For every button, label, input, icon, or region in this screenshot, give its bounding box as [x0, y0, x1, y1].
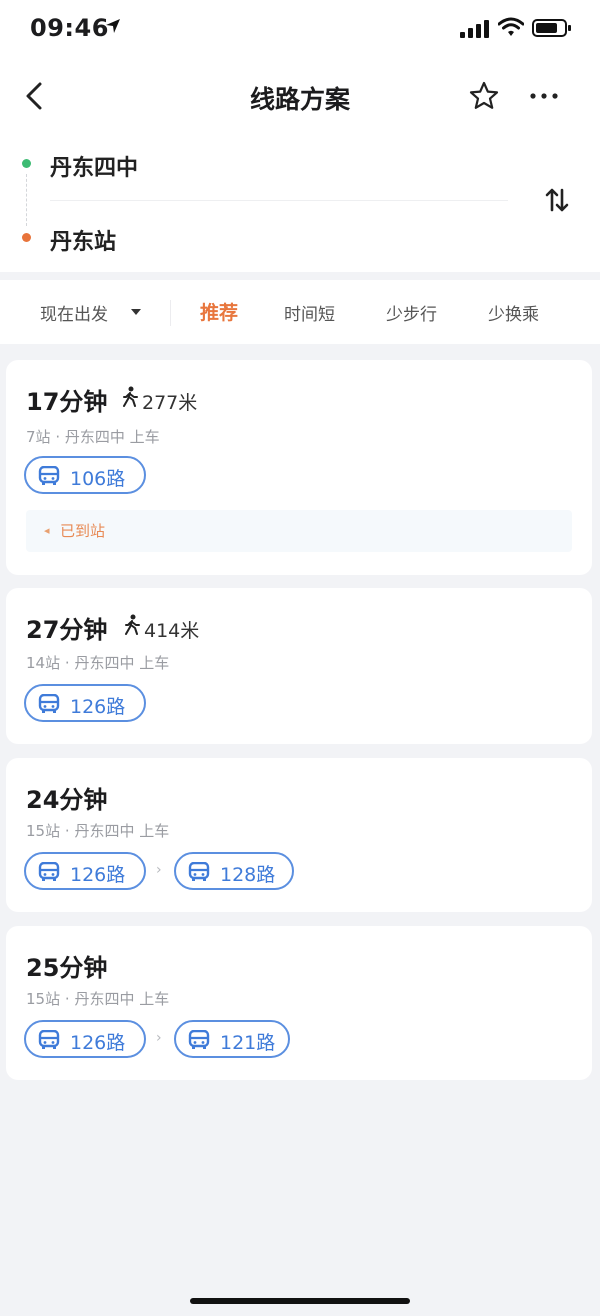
bus-line-label: 128路	[220, 864, 276, 886]
route-duration: 25分钟	[26, 954, 108, 982]
filter-bar: 现在出发 推荐 时间短 少步行 少换乘	[0, 280, 600, 344]
filter-shortest-time[interactable]: 时间短	[284, 300, 335, 325]
route-connector	[26, 174, 27, 226]
status-bar: 09:46	[0, 0, 600, 58]
signal-icon	[460, 20, 489, 38]
battery-icon	[532, 19, 571, 37]
end-location[interactable]: 丹东站	[50, 224, 116, 256]
start-location[interactable]: 丹东四中	[50, 150, 138, 182]
bus-icon	[188, 1030, 210, 1049]
status-time: 09:46	[30, 14, 109, 42]
filter-separator	[170, 300, 171, 326]
route-card[interactable]: 24分钟 15站 · 丹东四中 上车 126路 › 128路	[6, 758, 592, 912]
arrival-status: 已到站	[60, 522, 106, 540]
bus-line-label: 121路	[220, 1032, 276, 1054]
divider	[50, 200, 508, 201]
bus-line-chip[interactable]: 106路	[24, 456, 146, 494]
filter-recommended[interactable]: 推荐	[200, 298, 238, 325]
arrival-signal-icon: ◂	[44, 524, 50, 537]
route-card[interactable]: 17分钟 277米 7站 · 丹东四中 上车 106路 ◂ 已到站	[6, 360, 592, 575]
depart-time-select[interactable]: 现在出发	[40, 300, 108, 325]
arrival-status-box: ◂ 已到站	[26, 510, 572, 552]
bus-icon	[38, 466, 60, 485]
walk-distance: 277米	[142, 392, 198, 414]
bus-line-chip[interactable]: 126路	[24, 852, 146, 890]
bus-line-label: 126路	[70, 864, 126, 886]
filter-less-walking[interactable]: 少步行	[386, 300, 437, 325]
walk-icon	[123, 386, 138, 407]
bus-line-chip[interactable]: 128路	[174, 852, 294, 890]
route-card[interactable]: 27分钟 414米 14站 · 丹东四中 上车 126路	[6, 588, 592, 744]
route-stops-info: 15站 · 丹东四中 上车	[26, 822, 170, 840]
bus-line-chip[interactable]: 121路	[174, 1020, 290, 1058]
route-stops-info: 7站 · 丹东四中 上车	[26, 428, 160, 446]
swap-direction-icon[interactable]	[544, 186, 570, 214]
page-title: 线路方案	[249, 85, 350, 114]
wifi-icon	[498, 17, 524, 36]
transfer-arrow-icon: ›	[156, 862, 162, 878]
bus-line-label: 126路	[70, 1032, 126, 1054]
favorite-star-icon[interactable]	[466, 78, 502, 114]
transfer-arrow-icon: ›	[156, 1030, 162, 1046]
route-card[interactable]: 25分钟 15站 · 丹东四中 上车 126路 › 121路	[6, 926, 592, 1080]
route-plan-screen: 09:46 线路方案 丹东四中 丹东站 现在出发 推荐 时间短 少步行 少换乘 …	[0, 0, 600, 1316]
bus-icon	[38, 862, 60, 881]
nav-bar: 线路方案	[0, 58, 600, 134]
more-icon[interactable]	[526, 78, 562, 114]
bus-line-chip[interactable]: 126路	[24, 684, 146, 722]
walk-distance: 414米	[144, 620, 200, 642]
route-duration: 17分钟	[26, 388, 108, 416]
filter-fewer-transfers[interactable]: 少换乘	[488, 300, 539, 325]
bus-line-label: 126路	[70, 696, 126, 718]
end-dot-icon	[22, 233, 31, 242]
walk-icon	[125, 614, 140, 635]
route-duration: 27分钟	[26, 616, 108, 644]
route-stops-info: 14站 · 丹东四中 上车	[26, 654, 170, 672]
location-arrow-icon	[106, 19, 120, 33]
start-dot-icon	[22, 159, 31, 168]
bus-icon	[188, 862, 210, 881]
bus-line-chip[interactable]: 126路	[24, 1020, 146, 1058]
bus-icon	[38, 694, 60, 713]
route-endpoints: 丹东四中 丹东站	[0, 134, 600, 272]
caret-down-icon[interactable]	[130, 308, 142, 316]
route-stops-info: 15站 · 丹东四中 上车	[26, 990, 170, 1008]
route-duration: 24分钟	[26, 786, 108, 814]
bus-line-label: 106路	[70, 468, 126, 490]
bus-icon	[38, 1030, 60, 1049]
home-indicator[interactable]	[190, 1298, 410, 1304]
